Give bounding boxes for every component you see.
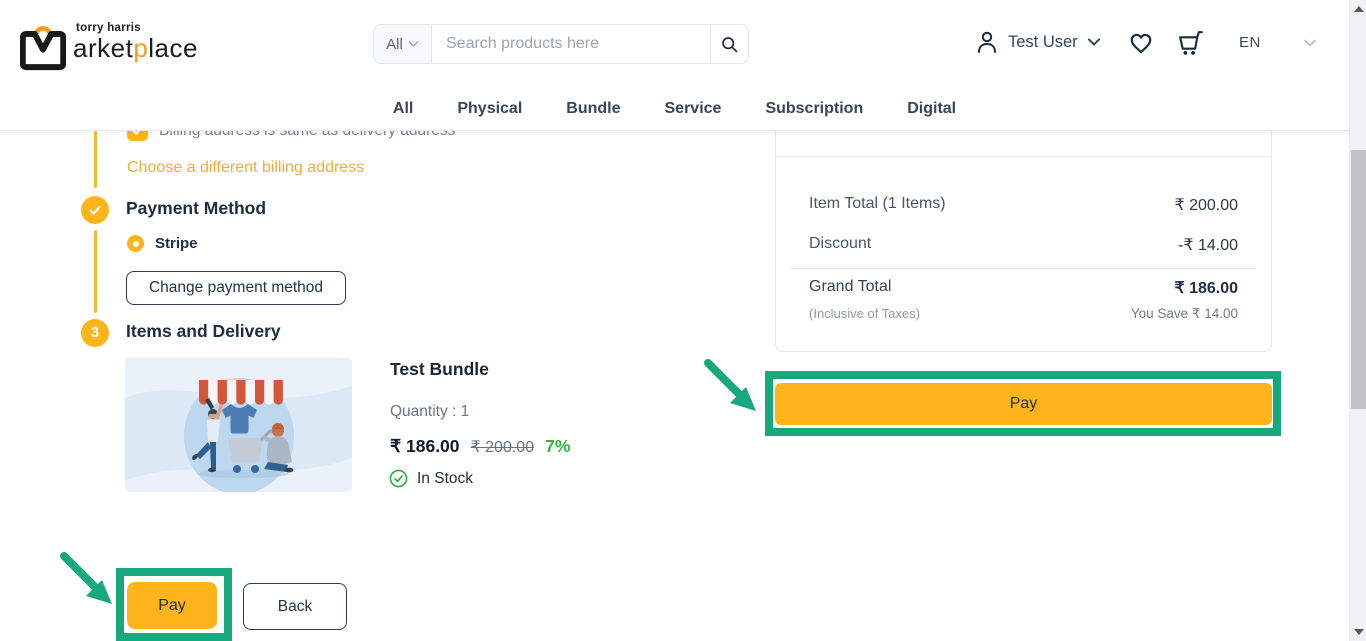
stepper-line bbox=[94, 230, 97, 313]
back-button[interactable]: Back bbox=[243, 583, 347, 630]
nav-item-all[interactable]: All bbox=[393, 100, 413, 118]
pay-button-summary[interactable]: Pay bbox=[775, 383, 1272, 425]
nav-item-bundle[interactable]: Bundle bbox=[566, 100, 620, 118]
search-category-select[interactable]: All bbox=[373, 24, 432, 64]
account-menu[interactable]: Test User bbox=[975, 29, 1101, 55]
account-name: Test User bbox=[1008, 32, 1078, 51]
check-circle-icon bbox=[389, 469, 408, 488]
discount-label: Discount bbox=[809, 235, 872, 252]
chevron-down-icon[interactable] bbox=[1303, 38, 1317, 48]
product-image[interactable] bbox=[125, 358, 352, 492]
discount-row: Discount -₹ 14.00 bbox=[809, 235, 1238, 255]
divider bbox=[791, 268, 1256, 269]
divider bbox=[776, 156, 1271, 157]
scrollbar-thumb[interactable] bbox=[1351, 150, 1366, 409]
search-bar: All bbox=[373, 24, 749, 64]
chevron-down-icon bbox=[408, 41, 418, 47]
tax-note: (Inclusive of Taxes) bbox=[809, 306, 921, 321]
product-discount-percent: 7% bbox=[545, 436, 571, 456]
check-icon bbox=[89, 205, 101, 215]
grand-total-subrow: (Inclusive of Taxes) You Save ₹ 14.00 bbox=[809, 306, 1238, 322]
items-delivery-title: Items and Delivery bbox=[126, 321, 281, 341]
category-nav: All Physical Bundle Service Subscription… bbox=[0, 100, 1349, 118]
change-payment-method-button[interactable]: Change payment method bbox=[126, 271, 346, 305]
product-price: ₹ 186.00 bbox=[390, 436, 460, 456]
grand-total-row: Grand Total ₹ 186.00 bbox=[809, 278, 1238, 298]
cart-icon bbox=[1179, 31, 1203, 55]
item-total-row: Item Total (1 Items) ₹ 200.00 bbox=[809, 195, 1238, 215]
heart-icon bbox=[1130, 33, 1152, 54]
stripe-label: Stripe bbox=[155, 235, 198, 252]
logo-wordmark: arketplace bbox=[73, 33, 198, 63]
payment-method-title: Payment Method bbox=[126, 198, 267, 218]
product-name: Test Bundle bbox=[390, 359, 489, 379]
order-summary-card: Item Total (1 Items) ₹ 200.00 Discount -… bbox=[775, 100, 1272, 352]
stock-status: In Stock bbox=[389, 469, 473, 488]
you-save-note: You Save ₹ 14.00 bbox=[1130, 306, 1238, 321]
product-quantity: Quantity : 1 bbox=[390, 403, 470, 420]
item-total-value: ₹ 200.00 bbox=[1174, 197, 1238, 214]
pay-button-footer[interactable]: Pay bbox=[127, 582, 217, 629]
stepper-line bbox=[94, 131, 97, 188]
checkout-page: Billing address is same as delivery addr… bbox=[0, 0, 1366, 641]
step-payment-complete-badge bbox=[81, 196, 109, 224]
discount-value: -₹ 14.00 bbox=[1178, 237, 1238, 254]
step-items-badge: 3 bbox=[81, 319, 109, 347]
nav-item-service[interactable]: Service bbox=[665, 100, 722, 118]
stripe-radio[interactable] bbox=[127, 235, 144, 252]
grand-total-label: Grand Total bbox=[809, 278, 892, 295]
item-total-label: Item Total (1 Items) bbox=[809, 195, 946, 212]
wishlist-button[interactable] bbox=[1128, 30, 1154, 58]
product-price-row: ₹ 186.00 ₹ 200.00 7% bbox=[390, 436, 570, 457]
grand-total-value: ₹ 186.00 bbox=[1174, 280, 1238, 297]
cart-button[interactable] bbox=[1176, 28, 1205, 60]
choose-billing-address-link[interactable]: Choose a different billing address bbox=[127, 159, 364, 177]
nav-item-digital[interactable]: Digital bbox=[907, 100, 956, 118]
scroll-up-icon[interactable] bbox=[1354, 6, 1364, 12]
search-category-value: All bbox=[386, 35, 403, 53]
search-icon bbox=[722, 36, 738, 52]
bag-m-logo-icon bbox=[20, 26, 66, 71]
search-submit-button[interactable] bbox=[710, 24, 749, 64]
chevron-down-icon bbox=[1087, 38, 1100, 46]
nav-item-physical[interactable]: Physical bbox=[457, 100, 522, 118]
stock-label: In Stock bbox=[417, 469, 473, 487]
page-scrollbar[interactable] bbox=[1349, 0, 1366, 641]
scroll-down-icon[interactable] bbox=[1354, 629, 1364, 635]
shopping-illustration bbox=[125, 358, 352, 492]
product-original-price: ₹ 200.00 bbox=[470, 439, 535, 456]
search-input[interactable] bbox=[432, 24, 710, 64]
language-code[interactable]: EN bbox=[1239, 34, 1261, 51]
nav-item-subscription[interactable]: Subscription bbox=[765, 100, 863, 118]
marketplace-logo[interactable]: torry harris arketplace bbox=[20, 15, 240, 73]
payment-option-row: Stripe bbox=[127, 235, 198, 252]
site-header: torry harris arketplace All Test User EN bbox=[0, 0, 1366, 131]
user-icon bbox=[978, 31, 996, 53]
